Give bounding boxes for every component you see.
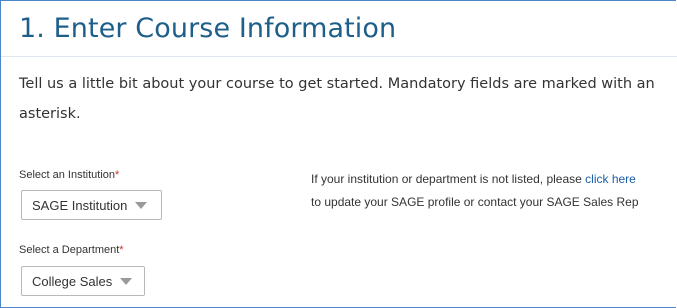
help-note-line2: to update your SAGE profile or contact y…	[311, 195, 639, 209]
required-asterisk: *	[115, 169, 120, 181]
department-select[interactable]: College Sales	[21, 266, 145, 296]
course-info-panel: 1. Enter Course Information Tell us a li…	[0, 0, 677, 308]
department-selected-value: College Sales	[32, 273, 113, 289]
chevron-down-icon	[120, 277, 133, 285]
help-note-prefix: If your institution or department is not…	[311, 172, 586, 186]
institution-label: Select an Institution*	[19, 169, 119, 181]
department-label-text: Select a Department	[19, 244, 120, 256]
title-divider	[1, 56, 677, 57]
institution-label-text: Select an Institution	[19, 169, 116, 181]
intro-text: Tell us a little bit about your course t…	[19, 76, 655, 122]
page-title: 1. Enter Course Information	[19, 13, 397, 44]
click-here-link[interactable]: click here	[585, 172, 636, 186]
help-note-line1: If your institution or department is not…	[311, 172, 636, 186]
department-label: Select a Department*	[19, 244, 124, 256]
institution-selected-value: SAGE Institution	[32, 197, 128, 213]
required-asterisk: *	[119, 244, 124, 256]
chevron-down-icon	[135, 201, 148, 209]
institution-select[interactable]: SAGE Institution	[21, 190, 162, 220]
